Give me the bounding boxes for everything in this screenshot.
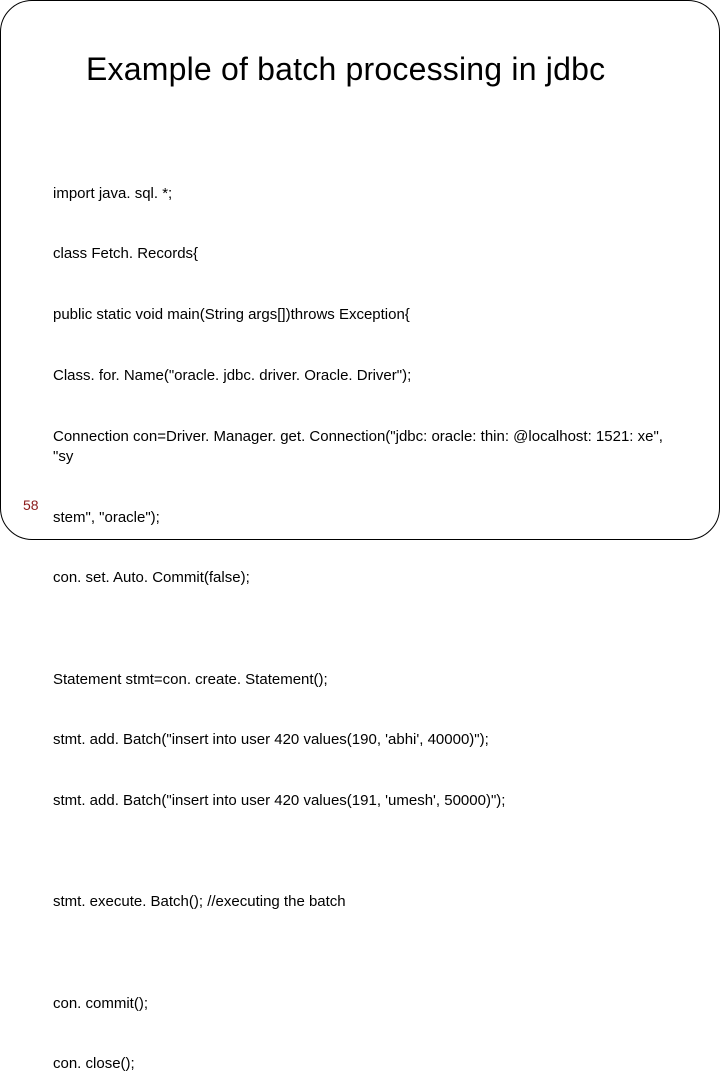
code-line: Statement stmt=con. create. Statement();	[53, 670, 669, 690]
code-line: Class. for. Name("oracle. jdbc. driver. …	[53, 366, 669, 386]
code-line: stem", "oracle");	[53, 508, 669, 528]
code-line: stmt. add. Batch("insert into user 420 v…	[53, 791, 669, 811]
page-number: 58	[23, 497, 39, 513]
code-line: stmt. execute. Batch(); //executing the …	[53, 892, 669, 912]
code-line: class Fetch. Records{	[53, 244, 669, 264]
code-line: Connection con=Driver. Manager. get. Con…	[53, 427, 669, 468]
code-line: con. commit();	[53, 994, 669, 1014]
slide-title: Example of batch processing in jdbc	[86, 51, 669, 88]
code-line: public static void main(String args[])th…	[53, 305, 669, 325]
code-line: import java. sql. *;	[53, 184, 669, 204]
code-block: import java. sql. *; class Fetch. Record…	[53, 143, 669, 1080]
code-line: con. set. Auto. Commit(false);	[53, 568, 669, 588]
code-line: stmt. add. Batch("insert into user 420 v…	[53, 730, 669, 750]
slide-container: Example of batch processing in jdbc impo…	[0, 0, 720, 540]
code-line: con. close();	[53, 1054, 669, 1074]
